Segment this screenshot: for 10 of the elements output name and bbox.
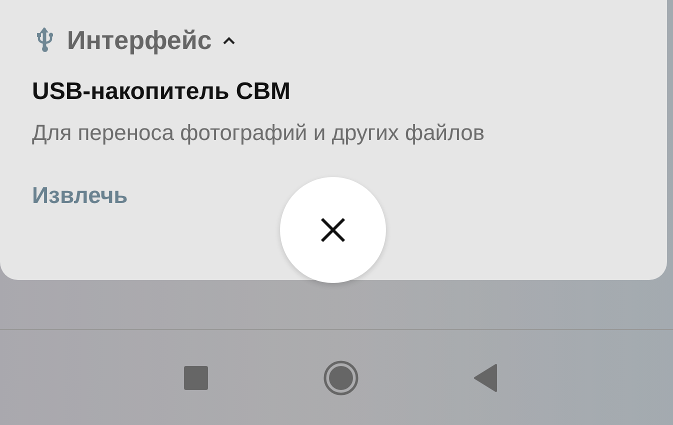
caret-icon[interactable] — [222, 36, 236, 44]
notification-card[interactable]: Интерфейс USB-накопитель CBM Для переноса фотографий и других файлов Извлечь — [0, 0, 667, 280]
back-icon[interactable] — [474, 364, 498, 392]
recents-icon[interactable] — [184, 366, 208, 390]
app-name: Интерфейс — [67, 24, 212, 56]
close-icon — [320, 217, 346, 243]
notification-title: USB-накопитель CBM — [32, 78, 292, 106]
home-icon[interactable] — [322, 360, 358, 396]
usb-icon — [37, 27, 53, 53]
notification-text: Для переноса фотографий и других файлов — [32, 120, 486, 146]
